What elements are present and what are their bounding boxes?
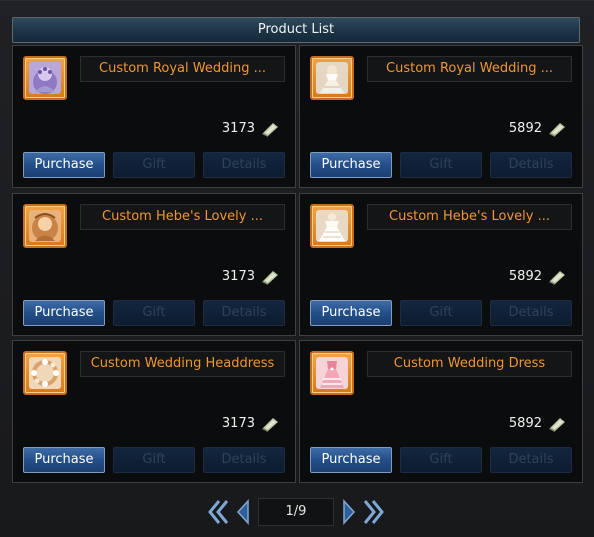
details-button[interactable]: Details [490,300,572,326]
product-card: Custom Wedding Dress 5892 Purchase Gift … [299,340,583,483]
page-indicator: 1/9 [258,498,334,526]
purchase-button[interactable]: Purchase [23,447,105,473]
product-card: Custom Hebe's Lovely ... 3173 Purchase G… [12,193,296,336]
gift-button[interactable]: Gift [400,152,482,178]
product-price: 3173 [221,121,255,136]
product-icon-frame[interactable] [23,56,67,100]
first-page-icon[interactable] [208,498,230,530]
gift-button[interactable]: Gift [113,447,195,473]
product-name: Custom Royal Wedding ... [80,56,285,82]
money-icon [261,269,279,285]
pagination: 1/9 [0,498,594,526]
product-card: Custom Wedding Headdress 3173 Purchase G… [12,340,296,483]
details-button[interactable]: Details [490,152,572,178]
product-card: Custom Royal Wedding ... 3173 Purchase G… [12,45,296,188]
product-price: 3173 [221,269,255,284]
product-card: Custom Royal Wedding ... 5892 Purchase G… [299,45,583,188]
product-icon-frame[interactable] [23,204,67,248]
money-icon [548,121,566,137]
product-icon-frame[interactable] [310,351,354,395]
flower-headdress-icon [29,357,61,389]
previous-page-icon[interactable] [236,498,250,530]
wedding-headdress-icon [29,62,61,94]
details-button[interactable]: Details [490,447,572,473]
product-price: 5892 [508,416,542,431]
purchase-button[interactable]: Purchase [310,447,392,473]
hebe-dress-icon [316,210,348,242]
window-title: Product List [12,17,580,43]
gift-button[interactable]: Gift [400,300,482,326]
product-name: Custom Hebe's Lovely ... [367,204,572,230]
product-card: Custom Hebe's Lovely ... 5892 Purchase G… [299,193,583,336]
hebe-headdress-icon [29,210,61,242]
product-name: Custom Wedding Dress [367,351,572,377]
purchase-button[interactable]: Purchase [310,300,392,326]
next-page-icon[interactable] [342,498,356,530]
gift-button[interactable]: Gift [400,447,482,473]
product-price: 3173 [221,416,255,431]
purchase-button[interactable]: Purchase [310,152,392,178]
purchase-button[interactable]: Purchase [23,300,105,326]
product-icon-frame[interactable] [310,56,354,100]
pink-wedding-dress-icon [316,357,348,389]
product-name: Custom Royal Wedding ... [367,56,572,82]
wedding-dress-icon [316,62,348,94]
product-icon-frame[interactable] [310,204,354,248]
product-name: Custom Hebe's Lovely ... [80,204,285,230]
product-name: Custom Wedding Headdress [80,351,285,377]
product-price: 5892 [508,121,542,136]
purchase-button[interactable]: Purchase [23,152,105,178]
last-page-icon[interactable] [362,498,384,530]
gift-button[interactable]: Gift [113,152,195,178]
details-button[interactable]: Details [203,300,285,326]
money-icon [261,416,279,432]
product-list-window: Product List Custom Royal Wedding ... 31… [0,0,594,537]
product-price: 5892 [508,269,542,284]
details-button[interactable]: Details [203,152,285,178]
money-icon [261,121,279,137]
money-icon [548,269,566,285]
details-button[interactable]: Details [203,447,285,473]
gift-button[interactable]: Gift [113,300,195,326]
product-icon-frame[interactable] [23,351,67,395]
money-icon [548,416,566,432]
